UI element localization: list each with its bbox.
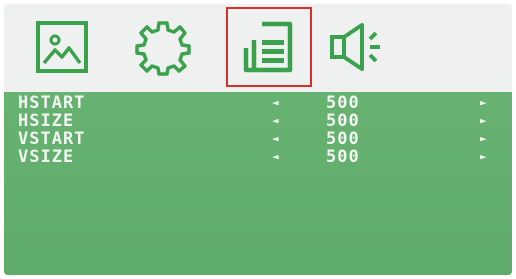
tab-picture[interactable] bbox=[19, 7, 105, 87]
menu-item-value: 500 bbox=[326, 147, 360, 167]
osd-screen: HSTART ◄ 500 ► HSIZE ◄ 500 ► VSTART ◄ 50… bbox=[4, 4, 512, 275]
increase-arrow-icon[interactable]: ► bbox=[480, 112, 488, 130]
menu-row-vsize[interactable]: VSIZE ◄ 500 ► bbox=[4, 148, 512, 166]
osd-menu-panel: HSTART ◄ 500 ► HSIZE ◄ 500 ► VSTART ◄ 50… bbox=[4, 92, 512, 275]
osd-layout-icon bbox=[243, 21, 293, 73]
decrease-arrow-icon[interactable]: ◄ bbox=[272, 94, 280, 112]
menu-item-label: VSTART bbox=[18, 129, 86, 149]
tab-settings[interactable] bbox=[120, 7, 206, 87]
gear-icon bbox=[135, 21, 191, 76]
menu-item-label: VSIZE bbox=[18, 147, 75, 167]
menu-row-hsize[interactable]: HSIZE ◄ 500 ► bbox=[4, 112, 512, 130]
increase-arrow-icon[interactable]: ► bbox=[480, 94, 488, 112]
decrease-arrow-icon[interactable]: ◄ bbox=[272, 130, 280, 148]
tab-osd[interactable] bbox=[226, 7, 312, 87]
menu-item-label: HSIZE bbox=[18, 111, 75, 131]
menu-item-value: 500 bbox=[326, 129, 360, 149]
menu-row-vstart[interactable]: VSTART ◄ 500 ► bbox=[4, 130, 512, 148]
osd-tab-bar bbox=[4, 4, 512, 92]
picture-icon bbox=[36, 21, 88, 73]
increase-arrow-icon[interactable]: ► bbox=[480, 148, 488, 166]
speaker-icon bbox=[330, 23, 380, 71]
menu-item-label: HSTART bbox=[18, 93, 86, 113]
menu-item-value: 500 bbox=[326, 93, 360, 113]
increase-arrow-icon[interactable]: ► bbox=[480, 130, 488, 148]
decrease-arrow-icon[interactable]: ◄ bbox=[272, 112, 280, 130]
tab-audio[interactable] bbox=[324, 7, 410, 87]
menu-row-hstart[interactable]: HSTART ◄ 500 ► bbox=[4, 94, 512, 112]
decrease-arrow-icon[interactable]: ◄ bbox=[272, 148, 280, 166]
menu-item-value: 500 bbox=[326, 111, 360, 131]
